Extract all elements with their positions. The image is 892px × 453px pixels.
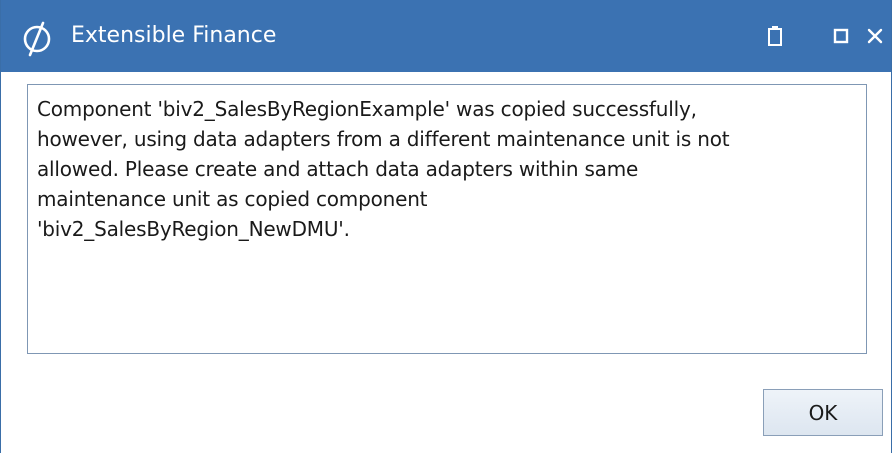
clipboard-button[interactable] <box>758 18 792 54</box>
app-logo-icon <box>23 21 51 57</box>
message-line-2: however, using data adapters from a diff… <box>37 127 730 151</box>
close-icon <box>867 28 883 44</box>
message-text-area[interactable]: Component 'biv2_SalesByRegionExample' wa… <box>27 84 867 354</box>
message-line-5: 'biv2_SalesByRegion_NewDMU'. <box>37 217 350 241</box>
title-bar[interactable]: Extensible Finance <box>1 0 891 72</box>
message-line-1: Component 'biv2_SalesByRegionExample' wa… <box>37 97 697 121</box>
window-title: Extensible Finance <box>71 23 277 48</box>
clipboard-icon <box>768 26 782 46</box>
message-line-4: maintenance unit as copied component <box>37 187 428 211</box>
message-line-3: allowed. Please create and attach data a… <box>37 157 639 181</box>
message-dialog: Extensible Finance Component 'biv2_Sales… <box>0 0 892 453</box>
maximize-button[interactable] <box>824 18 858 54</box>
ok-button[interactable]: OK <box>763 389 883 436</box>
square-icon <box>833 28 849 44</box>
close-button[interactable] <box>860 18 890 54</box>
